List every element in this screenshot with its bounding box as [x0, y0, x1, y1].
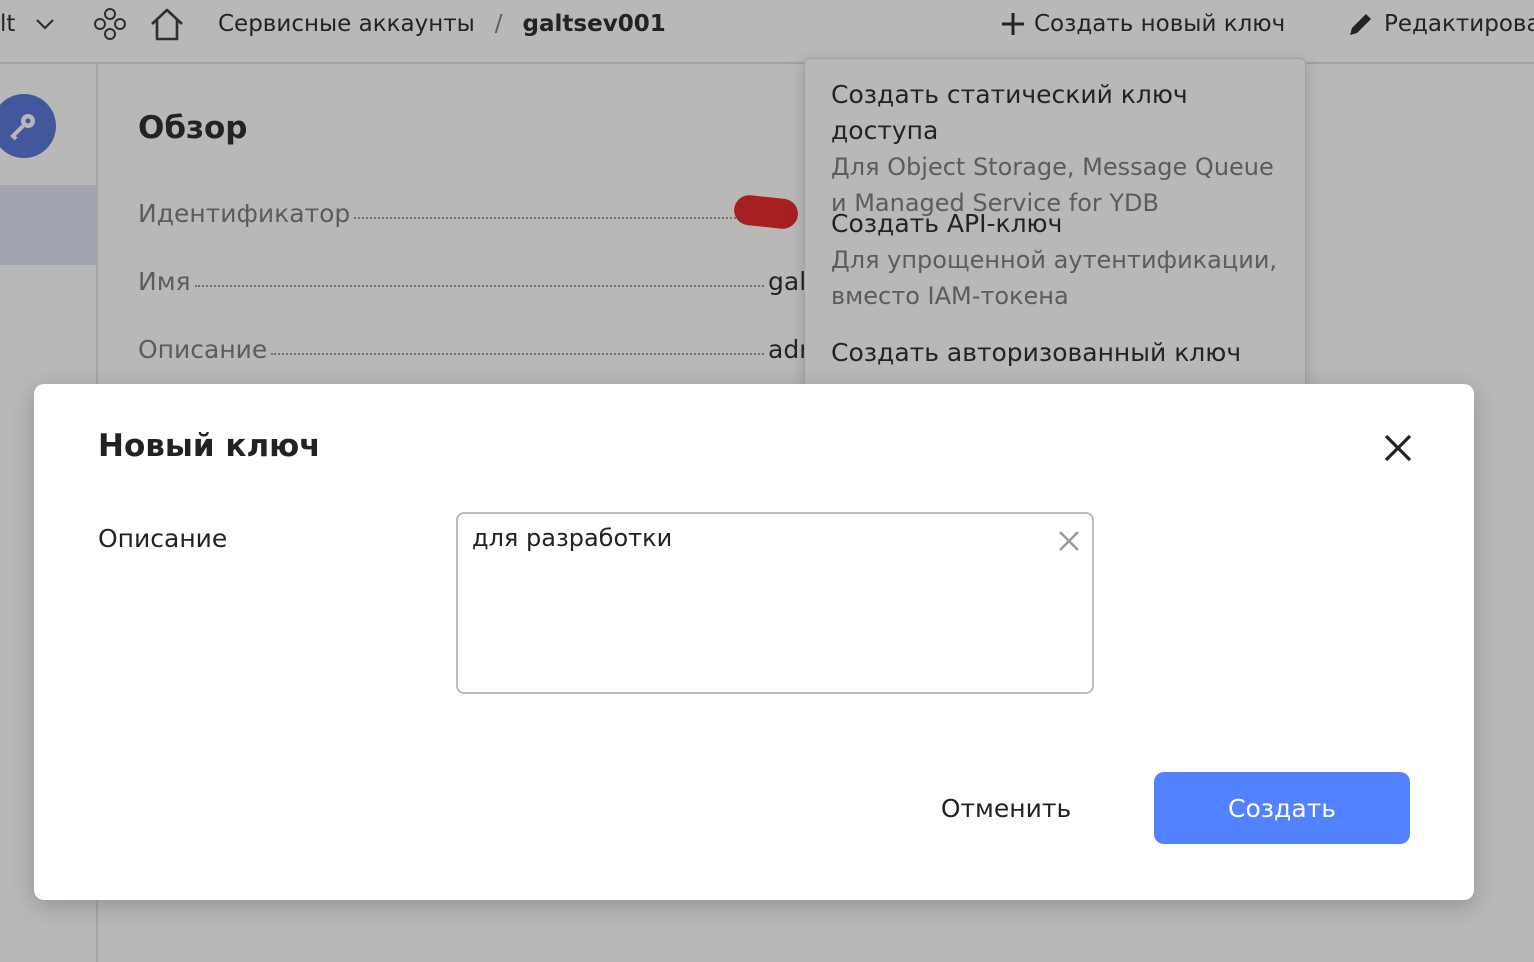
cancel-button[interactable]: Отменить	[914, 772, 1098, 844]
description-label: Описание	[98, 524, 228, 553]
dialog-title: Новый ключ	[98, 428, 321, 464]
description-field-wrapper: для разработки	[456, 512, 1094, 694]
clear-icon[interactable]	[1054, 526, 1084, 556]
description-input[interactable]: для разработки	[472, 524, 1042, 674]
new-key-dialog: Новый ключ Описание для разработки Отмен…	[34, 384, 1474, 900]
create-button[interactable]: Создать	[1154, 772, 1410, 844]
close-icon[interactable]	[1378, 428, 1418, 468]
